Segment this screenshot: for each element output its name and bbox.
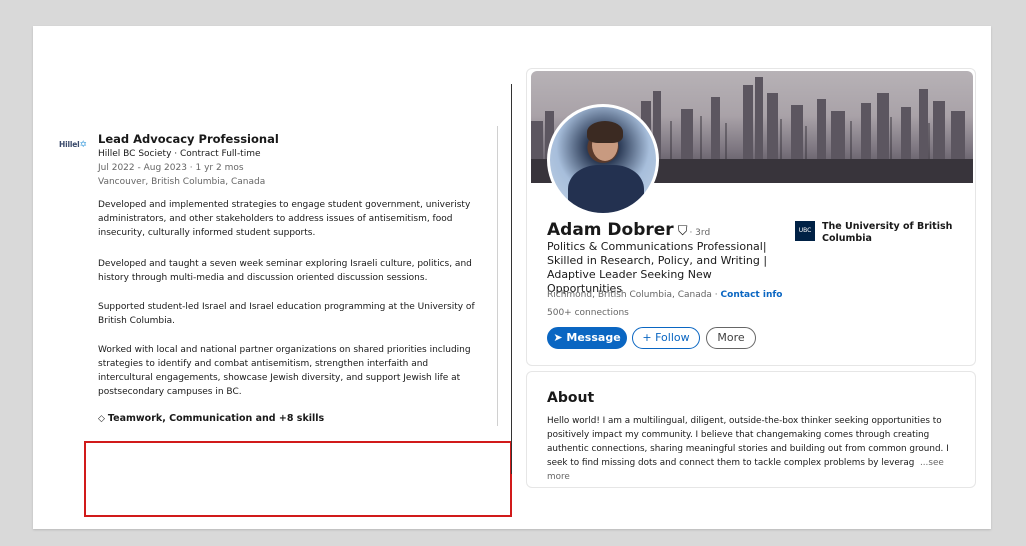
experience-paragraph: Supported student-led Israel and Israel … (98, 302, 475, 326)
experience-paragraph-highlighted: Worked with local and national partner o… (98, 345, 471, 397)
send-icon: ➤ (553, 331, 567, 344)
experience-paragraph: Developed and implemented strategies to … (98, 200, 471, 238)
panel-edge (497, 126, 498, 426)
hillel-logo-text: Hillel (59, 140, 80, 149)
experience-company: Hillel BC Society · Contract Full-time (98, 149, 261, 159)
follow-label: Follow (655, 331, 690, 344)
about-card: About Hello world! I am a multilingual, … (526, 371, 976, 488)
profile-card: Adam Dobrer ⛉ · 3rd Politics & Communicati… (526, 68, 976, 366)
avatar-body (568, 165, 644, 213)
experience-skills[interactable]: ◇ Teamwork, Communication and +8 skills (98, 412, 324, 426)
hillel-logo: Hillel✡ (59, 140, 95, 156)
university-name: The University of British Columbia (822, 221, 953, 244)
screenshot-page: Hillel✡ Lead Advocacy Professional Hille… (33, 26, 991, 529)
profile-headline: Politics & Communications Professional| … (547, 240, 768, 295)
experience-dates: Jul 2022 - Aug 2023 · 1 yr 2 mos (98, 163, 244, 173)
about-body: Hello world! I am a multilingual, dilige… (547, 416, 949, 468)
contact-info-link[interactable]: Contact info (721, 290, 783, 300)
star-of-david-icon: ✡ (79, 140, 87, 150)
avatar-hair (587, 121, 623, 143)
highlight-box (84, 441, 512, 517)
follow-button[interactable]: + Follow (632, 327, 700, 349)
about-text: Hello world! I am a multilingual, dilige… (547, 414, 959, 484)
skills-label: Teamwork, Communication and +8 skills (107, 413, 325, 424)
experience-title[interactable]: Lead Advocacy Professional (98, 132, 498, 147)
connection-degree: · 3rd (689, 228, 711, 238)
ubc-logo: UBC (795, 221, 815, 241)
profile-location: Richmond, British Columbia, Canada · (547, 290, 721, 300)
diamond-icon: ◇ (98, 414, 105, 424)
message-label: Message (566, 331, 621, 344)
vertical-divider (511, 84, 512, 474)
more-button[interactable]: More (706, 327, 756, 349)
verified-shield-icon[interactable]: ⛉ (678, 224, 688, 239)
experience-location: Vancouver, British Columbia, Canada (98, 177, 266, 187)
plus-icon: + (642, 331, 656, 344)
connections-count[interactable]: 500+ connections (547, 307, 629, 319)
profile-location-row: Richmond, British Columbia, Canada · Con… (547, 289, 782, 301)
message-button[interactable]: ➤ Message (547, 327, 627, 349)
experience-body: Lead Advocacy Professional Hillel BC Soc… (98, 132, 498, 424)
profile-avatar[interactable] (547, 104, 659, 216)
profile-name: Adam Dobrer (547, 220, 674, 240)
experience-paragraph: Developed and taught a seven week semina… (98, 259, 472, 283)
about-title: About (547, 390, 595, 406)
